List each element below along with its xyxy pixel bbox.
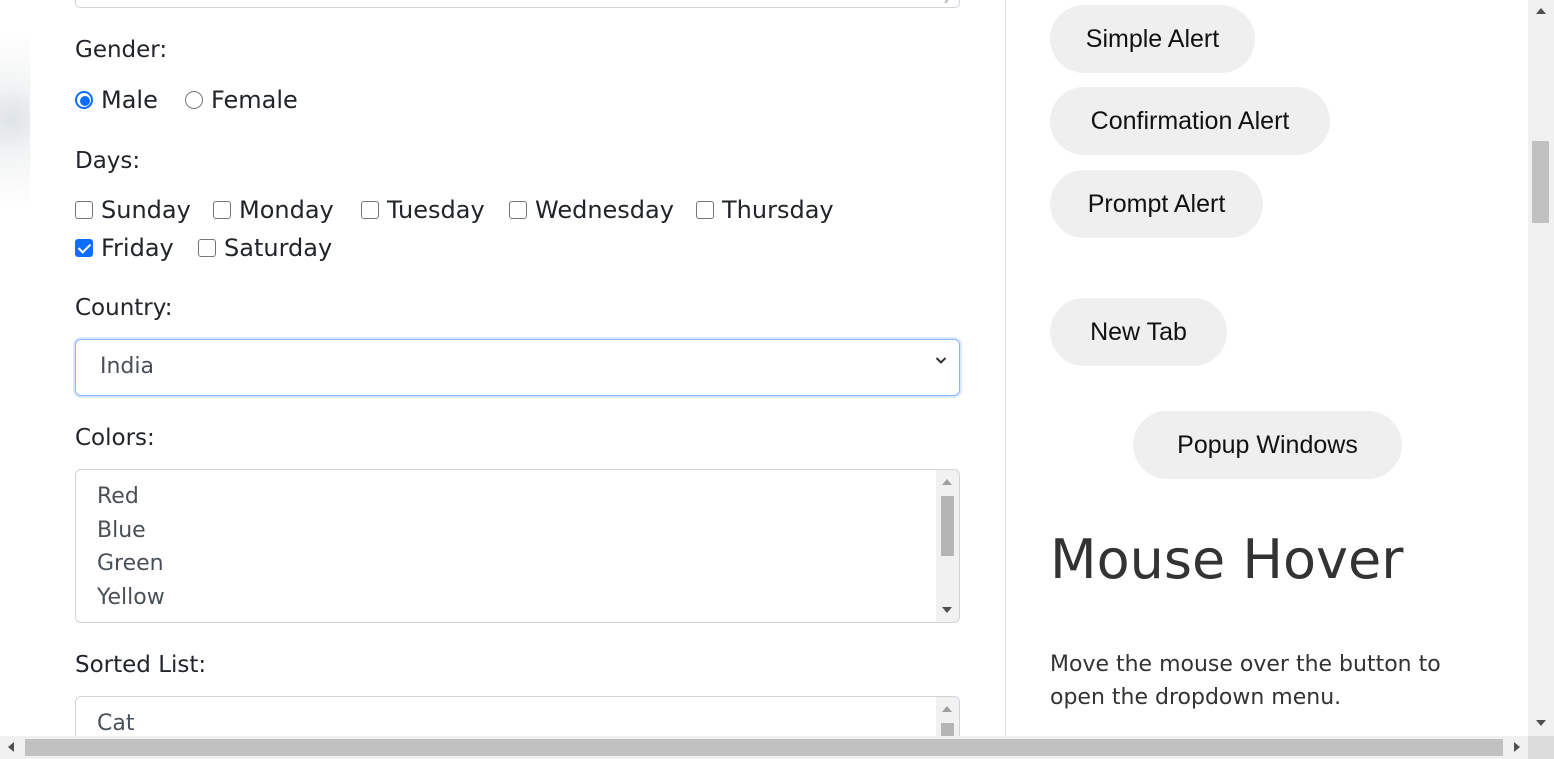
- mouse-hover-description: Move the mouse over the button to open t…: [1050, 652, 1441, 710]
- sunday-checkbox[interactable]: [75, 201, 93, 219]
- colors-scrollbar[interactable]: [936, 470, 959, 622]
- day-wednesday[interactable]: Wednesday: [509, 196, 674, 224]
- scroll-thumb[interactable]: [25, 739, 1503, 756]
- day-tuesday[interactable]: Tuesday: [361, 196, 485, 224]
- mouse-hover-heading: Mouse Hover: [1050, 528, 1404, 591]
- country-label: Country:: [75, 295, 173, 321]
- confirmation-alert-button[interactable]: Confirmation Alert: [1050, 87, 1330, 155]
- thursday-label: Thursday: [722, 196, 834, 224]
- friday-label: Friday: [101, 234, 174, 262]
- country-select[interactable]: India: [75, 339, 960, 396]
- female-label: Female: [211, 86, 298, 114]
- list-item[interactable]: Yellow: [76, 581, 959, 615]
- monday-checkbox[interactable]: [213, 201, 231, 219]
- day-sunday[interactable]: Sunday: [75, 196, 191, 224]
- wednesday-label: Wednesday: [535, 196, 674, 224]
- wednesday-checkbox[interactable]: [509, 201, 527, 219]
- scroll-right-icon[interactable]: [1514, 742, 1520, 752]
- colors-listbox[interactable]: Red Blue Green Yellow: [75, 469, 960, 623]
- male-label: Male: [101, 86, 158, 114]
- tuesday-label: Tuesday: [387, 196, 485, 224]
- day-friday[interactable]: Friday: [75, 234, 174, 262]
- scroll-down-icon[interactable]: [1536, 720, 1546, 726]
- column-divider: [1005, 0, 1006, 736]
- scrollbar-corner: [1528, 736, 1554, 759]
- day-saturday[interactable]: Saturday: [198, 234, 332, 262]
- day-thursday[interactable]: Thursday: [696, 196, 834, 224]
- friday-checkbox[interactable]: [75, 239, 93, 257]
- list-item[interactable]: Blue: [76, 514, 959, 548]
- sorted-list-label: Sorted List:: [75, 652, 207, 678]
- monday-label: Monday: [239, 196, 334, 224]
- days-label: Days:: [75, 148, 141, 174]
- gender-option-female[interactable]: Female: [185, 86, 298, 114]
- country-selected-value: India: [100, 354, 154, 379]
- female-radio[interactable]: [185, 91, 203, 109]
- page-vertical-scrollbar[interactable]: [1528, 0, 1554, 736]
- gender-label: Gender:: [75, 37, 168, 63]
- male-radio[interactable]: [75, 91, 93, 109]
- scroll-up-icon[interactable]: [1536, 8, 1546, 14]
- resize-grip-icon[interactable]: ⁄⁄: [946, 0, 956, 6]
- chevron-down-icon: [935, 357, 947, 364]
- scroll-thumb[interactable]: [941, 496, 954, 556]
- tuesday-checkbox[interactable]: [361, 201, 379, 219]
- page-container: ⁄⁄ Gender: Male Female Days: Sunday Mond…: [30, 0, 1498, 756]
- colors-label: Colors:: [75, 425, 155, 451]
- thursday-checkbox[interactable]: [696, 201, 714, 219]
- list-item[interactable]: Red: [76, 480, 959, 514]
- scroll-left-icon[interactable]: [8, 742, 14, 752]
- address-textarea[interactable]: ⁄⁄: [75, 0, 960, 8]
- saturday-checkbox[interactable]: [198, 239, 216, 257]
- scroll-up-icon[interactable]: [942, 479, 952, 485]
- scroll-thumb[interactable]: [1532, 141, 1549, 223]
- new-tab-button[interactable]: New Tab: [1050, 298, 1227, 366]
- day-monday[interactable]: Monday: [213, 196, 334, 224]
- saturday-label: Saturday: [224, 234, 333, 262]
- scroll-up-icon[interactable]: [942, 706, 952, 712]
- scroll-down-icon[interactable]: [942, 607, 952, 613]
- gender-option-male[interactable]: Male: [75, 86, 158, 114]
- simple-alert-button[interactable]: Simple Alert: [1050, 5, 1255, 73]
- list-item[interactable]: Green: [76, 547, 959, 581]
- popup-windows-button[interactable]: Popup Windows: [1133, 411, 1402, 479]
- sunday-label: Sunday: [101, 196, 191, 224]
- page-horizontal-scrollbar[interactable]: [0, 736, 1528, 759]
- prompt-alert-button[interactable]: Prompt Alert: [1050, 170, 1263, 238]
